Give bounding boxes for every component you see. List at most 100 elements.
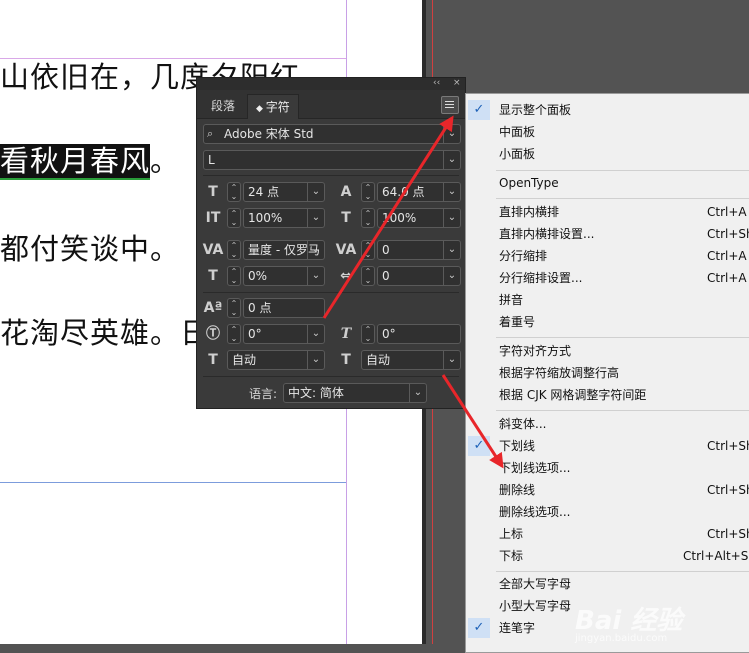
skew-field[interactable]: 0° [377,324,461,344]
menu-item-show-full-panel[interactable]: ✓ 显示整个面板 [466,99,749,121]
horizontal-scale-stepper[interactable]: ⌃ ⌄ [361,208,375,228]
tracking-stepper[interactable]: ⌃ ⌄ [361,240,375,260]
tsume-icon: T [208,268,218,284]
menu-item-medium-panel[interactable]: 中面板 [466,121,749,143]
menu-item-underline-options[interactable]: 下划线选项... [466,457,749,479]
chevron-down-icon[interactable]: ⌄ [443,209,460,227]
aki-field[interactable]: 0 ⌄ [377,266,461,286]
vertical-scale-stepper[interactable]: ⌃ ⌄ [227,208,241,228]
baseline-shift-value: 0 点 [248,301,272,315]
menu-item-warichu-settings[interactable]: 分行缩排设置... Ctrl+A [466,267,749,289]
rotation-value: 0° [248,327,262,341]
collapse-icon[interactable]: ‹‹ [433,78,440,88]
panel-menu-button[interactable] [441,96,459,114]
menu-item-ruby[interactable]: 拼音 [466,289,749,311]
menu-item-superscript[interactable]: 上标 Ctrl+Sh [466,523,749,545]
vertical-scale-field[interactable]: 100% ⌄ [243,208,325,228]
font-size-stepper[interactable]: ⌃ ⌄ [227,182,241,202]
menu-separator [496,571,749,572]
panel-title-strip[interactable]: ‹‹ × [197,78,465,90]
character-panel[interactable]: ‹‹ × 段落 ◆ 字符 ⌕ Adobe 宋体 Std ⌄ L ⌄ T ⌃ ⌄ 2… [196,77,466,409]
chevron-down-icon[interactable]: ⌄ [409,384,426,402]
align-right-icon: T [341,352,351,368]
text-line-2[interactable]: 看秋月春风。 [0,138,180,180]
menu-item-subscript[interactable]: 下标 Ctrl+Alt+Sh [466,545,749,567]
menu-separator [496,198,749,199]
chevron-down-icon[interactable]: ⌄ [443,241,460,259]
horizontal-scale-field[interactable]: 100% ⌄ [377,208,461,228]
menu-item-strikethrough[interactable]: 删除线 Ctrl+Sh [466,479,749,501]
chevron-down-icon[interactable]: ⌄ [443,351,460,369]
chevron-down-icon[interactable]: ⌄ [307,267,324,285]
chevron-down-icon[interactable]: ⌄ [307,351,324,369]
font-style-select[interactable]: L ⌄ [203,150,461,170]
text-line-3[interactable]: 都付笑谈中。 [0,226,180,268]
align-right-value: 自动 [366,353,391,367]
aki-stepper[interactable]: ⌃ ⌄ [361,266,375,286]
align-right-select[interactable]: 自动 ⌄ [361,350,461,370]
kerning-field[interactable]: 量度 - 仅罗马 ⌄ [243,240,325,260]
baseline-shift-field[interactable]: 0 点 [243,298,325,318]
tab-character-label: 字符 [265,100,290,114]
menu-item-kenten[interactable]: 着重号 [466,311,749,333]
menu-item-tate-chu-yoko-settings[interactable]: 直排内横排设置... Ctrl+Sh [466,223,749,245]
menu-item-all-caps[interactable]: 全部大写字母 [466,573,749,595]
selected-text[interactable]: 看秋月春风 [0,144,151,180]
check-icon: ✓ [468,436,490,456]
close-icon[interactable]: × [453,78,461,88]
font-size-field[interactable]: 24 点 ⌄ [243,182,325,202]
menu-item-tate-chu-yoko[interactable]: 直排内横排 Ctrl+A [466,201,749,223]
vertical-scale-value: 100% [248,211,283,225]
tracking-field[interactable]: 0 ⌄ [377,240,461,260]
skew-value: 0° [382,327,396,341]
skew-icon: T [340,326,352,342]
menu-item-strikethrough-options[interactable]: 删除线选项... [466,501,749,523]
tracking-value: 0 [382,243,390,257]
menu-item-small-panel[interactable]: 小面板 [466,143,749,165]
chevron-down-icon[interactable]: ⌄ [307,209,324,227]
menu-item-cjk-grid-spacing[interactable]: 根据 CJK 网格调整字符间距 [466,384,749,406]
chevron-down-icon[interactable]: ⌄ [307,241,324,259]
language-select[interactable]: 中文: 简体 ⌄ [283,383,427,403]
tab-paragraph[interactable]: 段落 [203,94,243,118]
chevron-down-icon[interactable]: ⌄ [443,183,460,201]
chevron-down-icon[interactable]: ⌄ [443,151,460,169]
menu-separator [496,410,749,411]
text-line-4[interactable]: 花淘尽英雄。日 [0,310,210,352]
tab-character[interactable]: ◆ 字符 [247,94,299,119]
leading-icon: A [340,184,352,200]
leading-stepper[interactable]: ⌃ ⌄ [361,182,375,202]
kerning-icon: VA [202,242,224,258]
align-left-icon: T [208,352,218,368]
vertical-scale-icon: IT [205,210,221,226]
chevron-down-icon[interactable]: ⌄ [443,267,460,285]
chevron-down-icon[interactable]: ⌄ [307,183,324,201]
align-left-select[interactable]: 自动 ⌄ [227,350,325,370]
watermark: Bai 经验 jingyan.baidu.com [575,600,682,644]
font-family-select[interactable]: ⌕ Adobe 宋体 Std ⌄ [203,124,461,144]
menu-separator [496,170,749,171]
menu-item-shatai[interactable]: 斜变体... [466,413,749,435]
baseline-shift-icon: Aª [203,300,223,316]
baseline-shift-stepper[interactable]: ⌃ ⌄ [227,298,241,318]
rotation-field[interactable]: 0° ⌄ [243,324,325,344]
character-panel-menu[interactable]: ✓ 显示整个面板 中面板 小面板 OpenType 直排内横排 Ctrl+A 直排内… [465,93,749,653]
tab-arrows-icon: ◆ [256,104,266,114]
text-line-2-tail[interactable]: 。 [150,144,180,178]
menu-item-underline[interactable]: ✓ 下划线 Ctrl+Sh [466,435,749,457]
chevron-down-icon[interactable]: ⌄ [443,125,460,143]
tsume-field[interactable]: 0% ⌄ [243,266,325,286]
chevron-down-icon[interactable]: ⌄ [307,325,324,343]
skew-stepper[interactable]: ⌃ ⌄ [361,324,375,344]
align-left-value: 自动 [232,353,257,367]
leading-field[interactable]: 64.0 点 ⌄ [377,182,461,202]
font-size-icon: T [208,184,218,200]
kerning-stepper[interactable]: ⌃ ⌄ [227,240,241,260]
tsume-stepper[interactable]: ⌃ ⌄ [227,266,241,286]
watermark-url: jingyan.baidu.com [575,633,668,644]
rotation-stepper[interactable]: ⌃ ⌄ [227,324,241,344]
menu-item-warichu[interactable]: 分行缩排 Ctrl+A [466,245,749,267]
menu-item-scale-line-height[interactable]: 根据字符缩放调整行高 [466,362,749,384]
menu-item-opentype[interactable]: OpenType [466,172,749,194]
menu-item-character-alignment[interactable]: 字符对齐方式 [466,340,749,362]
